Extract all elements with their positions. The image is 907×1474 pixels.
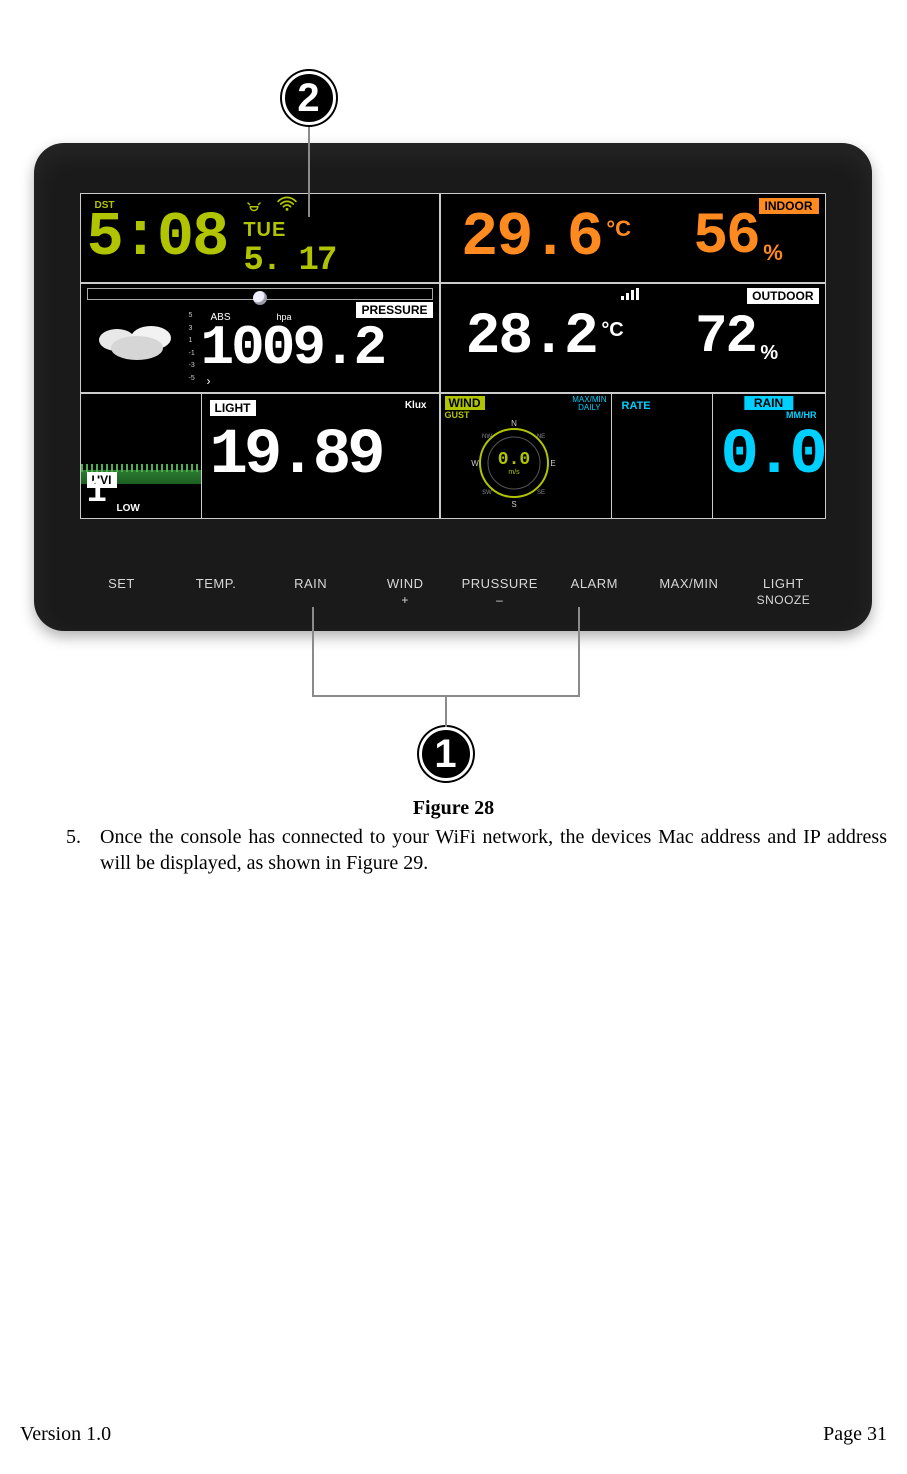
rate-label: RATE bbox=[622, 400, 651, 412]
chevron-right-icon: › bbox=[635, 241, 652, 257]
outdoor-humidity-unit: % bbox=[760, 342, 778, 364]
month-day: 5. 17 bbox=[243, 242, 335, 280]
maxmin-button[interactable]: MAX/MIN bbox=[647, 576, 731, 591]
indoor-humidity-unit: % bbox=[763, 240, 783, 265]
page-number: Page 31 bbox=[823, 1423, 887, 1446]
chevron-right-icon: › bbox=[207, 374, 211, 388]
indoor-panel: INDOOR 29.6 °C › 56 % › bbox=[440, 193, 826, 283]
chevron-right-icon: › bbox=[783, 338, 800, 354]
moon-icon bbox=[253, 291, 267, 305]
pressure-panel: PRESSURE ABS hpa 1009.2 › 531-1-3-5 bbox=[80, 283, 440, 393]
outdoor-temp: 28.2 bbox=[466, 305, 597, 370]
rain-button[interactable]: RAIN bbox=[269, 576, 353, 591]
svg-text:SW: SW bbox=[482, 490, 492, 496]
weather-console: DST 5:08 TUE 5. 17 INDOO bbox=[34, 143, 872, 631]
pressure-value: 1009.2 bbox=[201, 316, 385, 380]
svg-text:SE: SE bbox=[536, 490, 544, 496]
signal-icon bbox=[621, 288, 639, 303]
outdoor-humidity: 72 bbox=[695, 307, 756, 368]
figure-28: 2 DST 5:08 TUE 5. 17 bbox=[24, 35, 884, 795]
compass-icon: N E S W NE SE SW NW 0.0 m/s bbox=[469, 418, 559, 508]
svg-text:N: N bbox=[511, 419, 517, 428]
maxmin-daily-label: MAX/MINDAILY bbox=[572, 396, 606, 412]
button-row: SET TEMP. RAIN WIND+ PRUSSURE– ALARM MAX… bbox=[80, 576, 826, 607]
dst-label: DST bbox=[95, 200, 115, 211]
chevron-right-icon: › bbox=[787, 239, 804, 255]
callout-1-line-left bbox=[312, 607, 314, 697]
svg-text:0.0: 0.0 bbox=[497, 450, 529, 470]
svg-text:S: S bbox=[511, 500, 516, 508]
page-footer: Version 1.0 Page 31 bbox=[20, 1423, 887, 1446]
callout-2: 2 bbox=[282, 71, 336, 125]
callout-1-line-right bbox=[578, 607, 580, 697]
uvi-level: LOW bbox=[117, 503, 140, 514]
prussure-button[interactable]: PRUSSURE– bbox=[458, 576, 542, 607]
list-number: 5. bbox=[66, 824, 100, 876]
gust-label: GUST bbox=[445, 410, 470, 420]
temp-button[interactable]: TEMP. bbox=[174, 576, 258, 591]
clock-time: 5:08 bbox=[87, 210, 228, 266]
indoor-humidity: 56 bbox=[693, 205, 759, 270]
weekday: TUE bbox=[243, 219, 286, 241]
alarm-button[interactable]: ALARM bbox=[552, 576, 636, 591]
svg-text:m/s: m/s bbox=[508, 469, 520, 476]
callout-1-line-drop bbox=[445, 697, 447, 727]
rain-section: RAIN MM/HR 0.0 bbox=[713, 394, 825, 518]
rain-unit: MM/HR bbox=[786, 410, 817, 420]
wind-section: WIND MAX/MINDAILY GUST N E S W NE bbox=[441, 394, 612, 518]
light-badge: LIGHT bbox=[210, 400, 256, 416]
light-snooze-button[interactable]: LIGHTSNOOZE bbox=[741, 576, 825, 607]
wind-rain-panel: WIND MAX/MINDAILY GUST N E S W NE bbox=[440, 393, 826, 519]
indoor-temp: 29.6 bbox=[461, 202, 602, 273]
outdoor-panel: OUTDOOR 28.2 °C › 72 % › bbox=[440, 283, 826, 393]
callout-1: 1 bbox=[419, 727, 473, 781]
wind-button[interactable]: WIND+ bbox=[363, 576, 447, 607]
svg-text:E: E bbox=[550, 459, 555, 468]
indoor-badge: INDOOR bbox=[759, 198, 819, 214]
list-text: Once the console has connected to your W… bbox=[100, 824, 887, 876]
svg-text:NW: NW bbox=[482, 434, 492, 440]
trend-scale: 531-1-3-5 bbox=[189, 312, 195, 382]
manual-page: 2 DST 5:08 TUE 5. 17 bbox=[0, 0, 907, 1474]
indoor-temp-unit: °C bbox=[606, 216, 631, 241]
console-screen: DST 5:08 TUE 5. 17 INDOO bbox=[80, 193, 826, 519]
chevron-right-icon: › bbox=[628, 339, 645, 355]
wifi-icon bbox=[276, 196, 298, 212]
uvi-section: UVI 1 LOW bbox=[81, 394, 202, 518]
outdoor-temp-unit: °C bbox=[601, 319, 623, 341]
figure-caption: Figure 28 bbox=[20, 797, 887, 820]
outdoor-badge: OUTDOOR bbox=[747, 288, 818, 304]
alarm-icon bbox=[245, 199, 267, 215]
light-unit: Klux bbox=[405, 400, 427, 411]
wind-badge: WIND bbox=[445, 396, 485, 410]
uvi-value: 1 bbox=[87, 474, 105, 512]
forecast-icon bbox=[93, 318, 183, 368]
svg-text:W: W bbox=[471, 459, 479, 468]
callout-2-line bbox=[308, 127, 310, 217]
set-button[interactable]: SET bbox=[80, 576, 164, 591]
version-label: Version 1.0 bbox=[20, 1423, 111, 1446]
clock-panel: DST 5:08 TUE 5. 17 bbox=[80, 193, 440, 283]
rate-section: RATE bbox=[612, 394, 713, 518]
list-item-5: 5. Once the console has connected to you… bbox=[66, 824, 887, 876]
svg-text:NE: NE bbox=[536, 434, 544, 440]
light-value: 19.89 bbox=[210, 420, 382, 492]
rain-badge: RAIN bbox=[744, 396, 793, 410]
light-section: LIGHT Klux 19.89 bbox=[202, 394, 439, 518]
uvi-light-panel: UVI 1 LOW LIGHT Klux 19.89 bbox=[80, 393, 440, 519]
rain-value: 0.0 bbox=[721, 420, 824, 492]
moon-phase-bar bbox=[87, 288, 433, 300]
